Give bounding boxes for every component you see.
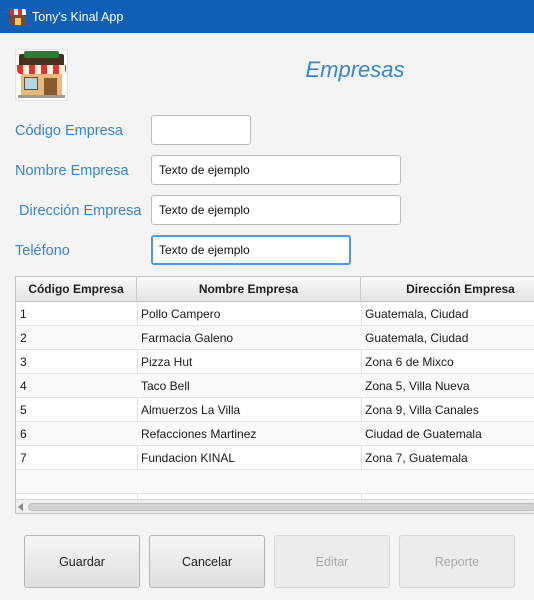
table-row[interactable]: 7 Fundacion KINAL Zona 7, Guatemala <box>16 446 534 470</box>
scroll-left-arrow-icon[interactable] <box>18 503 23 511</box>
telefono-label: Teléfono <box>15 243 70 259</box>
direccion-empresa-input[interactable] <box>151 195 401 225</box>
cell-codigo: 6 <box>20 427 27 441</box>
app-icon <box>10 8 26 25</box>
cell-nombre: Taco Bell <box>141 379 190 393</box>
window-titlebar[interactable]: Tony's Kinal App <box>0 0 534 33</box>
table-row[interactable]: 3 Pizza Hut Zona 6 de Mixco <box>16 350 534 374</box>
column-header-nombre[interactable]: Nombre Empresa <box>137 277 361 302</box>
scrollbar-thumb[interactable] <box>28 503 534 511</box>
cell-nombre: Almuerzos La Villa <box>141 403 241 417</box>
codigo-empresa-input[interactable] <box>151 115 251 145</box>
cell-direccion: Zona 5, Villa Nueva <box>365 379 470 393</box>
codigo-empresa-label: Código Empresa <box>15 123 123 139</box>
main-panel: Empresas Código Empresa Nombre Empresa D… <box>0 33 534 600</box>
table-row[interactable]: 5 Almuerzos La Villa Zona 9, Villa Canal… <box>16 398 534 422</box>
page-title: Empresas <box>305 57 405 82</box>
table-row-empty <box>16 470 534 494</box>
guardar-button[interactable]: Guardar <box>24 535 140 588</box>
empresas-table[interactable]: Código Empresa Nombre Empresa Dirección … <box>15 276 534 514</box>
cell-codigo: 1 <box>20 307 27 321</box>
nombre-empresa-input[interactable] <box>151 155 401 185</box>
cell-direccion: Guatemala, Ciudad <box>365 331 469 345</box>
store-logo-icon <box>15 49 68 101</box>
cell-direccion: Zona 9, Villa Canales <box>365 403 479 417</box>
table-row[interactable]: 1 Pollo Campero Guatemala, Ciudad <box>16 302 534 326</box>
cell-nombre: Farmacia Galeno <box>141 331 234 345</box>
cancelar-button[interactable]: Cancelar <box>149 535 265 588</box>
cell-codigo: 5 <box>20 403 27 417</box>
cell-direccion: Ciudad de Guatemala <box>365 427 482 441</box>
direccion-empresa-label: Dirección Empresa <box>19 203 142 219</box>
cell-direccion: Zona 7, Guatemala <box>365 451 468 465</box>
table-row[interactable]: 4 Taco Bell Zona 5, Villa Nueva <box>16 374 534 398</box>
cell-codigo: 4 <box>20 379 27 393</box>
cell-codigo: 7 <box>20 451 27 465</box>
table-header: Código Empresa Nombre Empresa Dirección … <box>16 277 534 302</box>
editar-button[interactable]: Editar <box>274 535 390 588</box>
horizontal-scrollbar[interactable] <box>16 499 534 513</box>
cell-nombre: Fundacion KINAL <box>141 451 236 465</box>
reporte-button[interactable]: Reporte <box>399 535 515 588</box>
table-body: 1 Pollo Campero Guatemala, Ciudad 2 Farm… <box>16 302 534 499</box>
cell-nombre: Pollo Campero <box>141 307 221 321</box>
column-header-codigo[interactable]: Código Empresa <box>16 277 137 302</box>
cell-nombre: Refacciones Martinez <box>141 427 257 441</box>
cell-direccion: Zona 6 de Mixco <box>365 355 454 369</box>
table-row[interactable]: 2 Farmacia Galeno Guatemala, Ciudad <box>16 326 534 350</box>
telefono-input[interactable] <box>151 235 351 265</box>
cell-direccion: Guatemala, Ciudad <box>365 307 469 321</box>
cell-codigo: 3 <box>20 355 27 369</box>
table-row[interactable]: 6 Refacciones Martinez Ciudad de Guatema… <box>16 422 534 446</box>
cell-codigo: 2 <box>20 331 27 345</box>
window-title: Tony's Kinal App <box>32 9 124 24</box>
cell-nombre: Pizza Hut <box>141 355 193 369</box>
column-header-direccion[interactable]: Dirección Empresa <box>361 277 534 302</box>
nombre-empresa-label: Nombre Empresa <box>15 163 129 179</box>
